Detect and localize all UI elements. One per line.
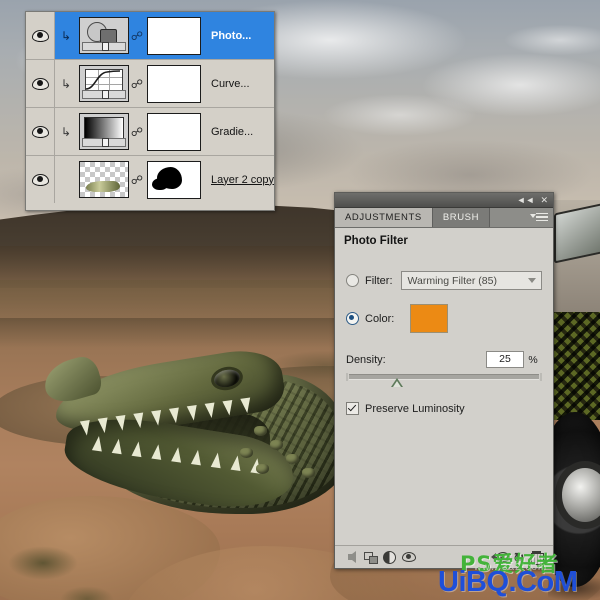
filter-option-row[interactable]: Filter: Warming Filter (85) xyxy=(346,271,542,290)
delete-trash-icon[interactable] xyxy=(527,549,546,565)
toggle-visibility-eye-icon[interactable] xyxy=(399,549,418,565)
color-radio-button[interactable] xyxy=(346,312,359,325)
density-unit: % xyxy=(528,353,538,366)
color-swatch[interactable] xyxy=(410,304,449,333)
layer-row-gradient-map[interactable]: ↳ ☍ Gradie... xyxy=(26,108,274,156)
layer-visibility-toggle[interactable] xyxy=(26,108,55,155)
panel-titlebar[interactable]: ◄◄ ✕ xyxy=(335,193,553,208)
crocodile-scute xyxy=(256,464,269,474)
reset-icon[interactable]: ↻ xyxy=(508,549,527,565)
preserve-luminosity-row[interactable]: Preserve Luminosity xyxy=(346,402,542,415)
photo-filter-adjustment-thumbnail[interactable] xyxy=(79,17,129,54)
eye-icon xyxy=(31,29,49,42)
eye-icon xyxy=(31,173,49,186)
curves-adjustment-thumbnail[interactable] xyxy=(79,65,129,102)
adjustments-footer-toolbar[interactable]: ↻ xyxy=(335,545,553,568)
vehicle-window xyxy=(554,202,600,264)
preserve-luminosity-checkbox[interactable] xyxy=(346,402,359,415)
density-label: Density: xyxy=(346,353,386,366)
preview-eye-icon[interactable] xyxy=(489,549,510,565)
layer-row-layer-2-copy-2[interactable]: ☍ Layer 2 copy 2 xyxy=(26,156,274,203)
panel-tabstrip[interactable]: ADJUSTMENTS BRUSH xyxy=(335,208,553,228)
close-panel-icon[interactable]: ✕ xyxy=(540,195,548,205)
adjustments-body: Filter: Warming Filter (85) Color: Densi… xyxy=(335,253,553,545)
link-mask-icon[interactable]: ☍ xyxy=(129,126,145,138)
density-input[interactable]: 25 xyxy=(486,351,524,368)
back-arrow-icon[interactable] xyxy=(342,549,361,565)
layer-row-photo-filter[interactable]: ↳ ☍ Photo... xyxy=(26,12,274,60)
layer-name: Curve... xyxy=(211,77,250,90)
density-control[interactable]: Density: 25 % xyxy=(346,351,542,387)
filter-label: Filter: xyxy=(365,274,393,287)
layer-name: Gradie... xyxy=(211,125,254,138)
eye-icon xyxy=(31,125,49,138)
layers-panel[interactable]: ↳ ☍ Photo... ↳ ☍ Curve... ↳ ☍ Gradie... … xyxy=(25,11,275,211)
density-slider-track[interactable] xyxy=(346,373,542,387)
clip-to-layer-icon[interactable] xyxy=(361,549,380,565)
layer-visibility-toggle[interactable] xyxy=(26,156,55,203)
crocodile-pixel-thumbnail[interactable] xyxy=(79,161,129,198)
crocodile-scute xyxy=(286,454,299,464)
layer-visibility-toggle[interactable] xyxy=(26,12,55,59)
clipping-mask-arrow-icon: ↳ xyxy=(60,28,72,43)
tabstrip-filler xyxy=(490,208,553,227)
preserve-luminosity-label: Preserve Luminosity xyxy=(365,402,465,415)
layer-row-curves[interactable]: ↳ ☍ Curve... xyxy=(26,60,274,108)
vehicle-subject xyxy=(548,200,600,600)
filter-radio-button[interactable] xyxy=(346,274,359,287)
panel-title: Photo Filter xyxy=(344,235,408,247)
desert-scrub xyxy=(8,546,78,580)
screenshot-canvas: ↳ ☍ Photo... ↳ ☍ Curve... ↳ ☍ Gradie... … xyxy=(0,0,600,600)
layer-mask-thumbnail[interactable] xyxy=(147,64,201,103)
vehicle-wheel-hub xyxy=(562,468,600,522)
layer-visibility-toggle[interactable] xyxy=(26,60,55,107)
layer-name: Layer 2 copy 2 xyxy=(211,173,274,186)
clipping-mask-arrow-icon: ↳ xyxy=(60,76,72,91)
link-mask-icon[interactable]: ☍ xyxy=(129,30,145,42)
crocodile-scute xyxy=(302,468,315,478)
panel-menu-icon[interactable] xyxy=(530,213,548,222)
crocodile-scute xyxy=(270,440,283,450)
link-mask-icon[interactable]: ☍ xyxy=(129,174,145,186)
layer-name: Photo... xyxy=(211,29,252,42)
curves-graph-icon xyxy=(85,70,121,90)
color-option-row[interactable]: Color: xyxy=(346,304,542,333)
crocodile-scute xyxy=(254,426,267,436)
filter-select-value: Warming Filter (85) xyxy=(407,274,497,287)
eye-icon xyxy=(31,77,49,90)
collapse-panel-icon[interactable]: ◄◄ xyxy=(517,195,535,205)
filter-select[interactable]: Warming Filter (85) xyxy=(400,271,542,290)
crocodile-subject xyxy=(18,344,348,537)
adjustments-panel[interactable]: ◄◄ ✕ ADJUSTMENTS BRUSH Photo Filter Filt… xyxy=(334,192,554,569)
density-slider-handle[interactable] xyxy=(390,378,403,387)
layer-mask-thumbnail[interactable] xyxy=(147,16,201,55)
layer-mask-thumbnail[interactable] xyxy=(147,160,201,199)
tab-adjustments[interactable]: ADJUSTMENTS xyxy=(335,208,433,227)
chevron-down-icon xyxy=(528,278,536,283)
vehicle-camo-grille xyxy=(548,312,600,420)
color-label: Color: xyxy=(365,312,395,325)
vehicle-body xyxy=(548,200,600,312)
clipping-mask-arrow-icon: ↳ xyxy=(60,124,72,139)
link-mask-icon[interactable]: ☍ xyxy=(129,78,145,90)
crocodile-scute xyxy=(240,448,253,458)
tab-brush[interactable]: BRUSH xyxy=(432,208,491,227)
gradient-map-adjustment-thumbnail[interactable] xyxy=(79,113,129,150)
layer-mask-thumbnail[interactable] xyxy=(147,112,201,151)
mask-halfdisc-icon[interactable] xyxy=(380,549,399,565)
